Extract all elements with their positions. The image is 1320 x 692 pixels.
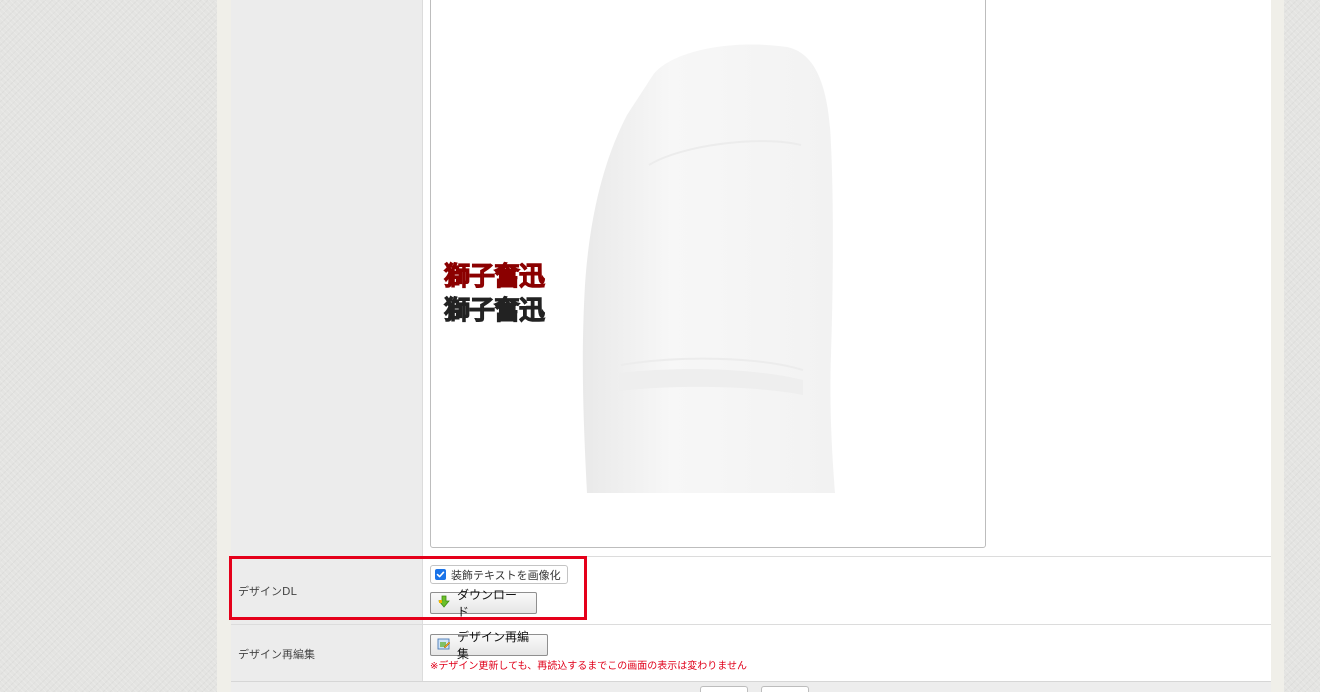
checkbox-checked-icon[interactable] <box>435 569 446 580</box>
download-button[interactable]: ダウンロード <box>430 588 537 619</box>
edit-design-icon <box>437 637 451 654</box>
checkbox-label: 装飾テキストを画像化 <box>451 568 561 582</box>
bottom-button[interactable] <box>700 686 748 692</box>
design-text-gray: 獅子奮迅 <box>443 296 545 327</box>
row-divider <box>231 624 1271 625</box>
design-reedit-label: デザイン再編集 <box>238 648 315 661</box>
download-button-label: ダウンロード <box>457 588 518 619</box>
design-dl-label: デザインDL <box>238 585 297 598</box>
design-reedit-button[interactable]: デザイン再編集 <box>430 630 548 661</box>
bottom-button[interactable] <box>761 686 809 692</box>
bottom-action-bar <box>231 681 1271 692</box>
reedit-note: ※デザイン更新しても、再読込するまでこの画面の表示は変わりません <box>430 661 747 672</box>
design-detail-table: デザインDL デザイン再編集 <box>231 0 1271 692</box>
rasterize-text-checkbox[interactable]: 装飾テキストを画像化 <box>430 565 568 584</box>
download-arrow-icon <box>437 595 451 612</box>
design-text-red: 獅子奮迅 <box>443 262 545 293</box>
row-divider <box>231 556 1271 557</box>
